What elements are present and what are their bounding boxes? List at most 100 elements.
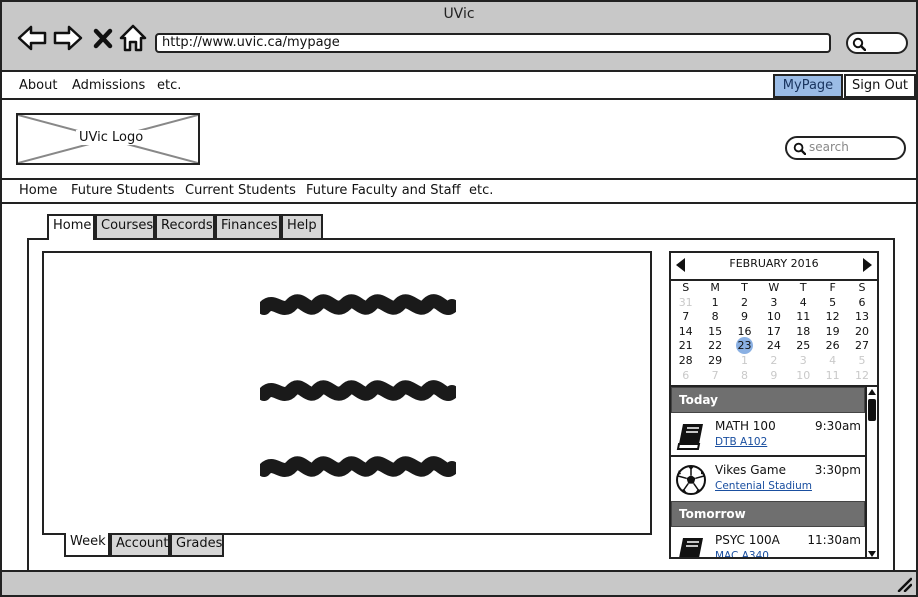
calendar-day[interactable]: 9 bbox=[759, 369, 788, 384]
calendar-day[interactable]: 22 bbox=[700, 339, 729, 354]
tab-week[interactable]: Week bbox=[64, 533, 110, 557]
calendar-day[interactable]: 31 bbox=[671, 296, 700, 311]
logo-label: UVic Logo bbox=[76, 130, 147, 145]
nav-current-students[interactable]: Current Students bbox=[185, 183, 296, 198]
calendar-grid: S M T W T F S 31 1 2 3 4 5 6 7 8 9 10 11… bbox=[671, 279, 877, 383]
calendar-day[interactable]: 8 bbox=[700, 310, 729, 325]
calendar-day[interactable]: 12 bbox=[847, 369, 876, 384]
calendar-header: FEBRUARY 2016 bbox=[671, 253, 877, 277]
calendar-day[interactable]: 5 bbox=[818, 296, 847, 311]
nav-future-faculty-staff[interactable]: Future Faculty and Staff bbox=[306, 183, 461, 198]
calendar-widget: FEBRUARY 2016 S M T W T F S 31 1 2 3 4 5… bbox=[669, 251, 879, 559]
calendar-day[interactable]: 7 bbox=[700, 369, 729, 384]
event-item[interactable]: PSYC 100A 11:30am MAC A340 bbox=[671, 527, 865, 557]
weekday-label: T bbox=[741, 281, 748, 294]
calendar-day[interactable]: 6 bbox=[847, 296, 876, 311]
calendar-day[interactable]: 1 bbox=[700, 296, 729, 311]
calendar-day[interactable]: 4 bbox=[789, 296, 818, 311]
calendar-day[interactable]: 8 bbox=[730, 369, 759, 384]
tab-courses[interactable]: Courses bbox=[95, 214, 155, 238]
events-today-header: Today bbox=[671, 387, 865, 413]
nav-home[interactable]: Home bbox=[19, 183, 57, 198]
tab-help[interactable]: Help bbox=[281, 214, 323, 238]
tab-finances[interactable]: Finances bbox=[215, 214, 281, 238]
weekday-label: W bbox=[768, 281, 780, 294]
calendar-day[interactable]: 2 bbox=[759, 354, 788, 369]
weekday-label: M bbox=[710, 281, 720, 294]
event-item[interactable]: Vikes Game 3:30pm Centenial Stadium bbox=[671, 457, 865, 501]
top-menu-about[interactable]: About bbox=[19, 78, 57, 93]
calendar-day[interactable]: 3 bbox=[759, 296, 788, 311]
scroll-up-icon[interactable] bbox=[868, 389, 876, 395]
weekday-label: S bbox=[682, 281, 690, 294]
calendar-day[interactable]: 20 bbox=[847, 325, 876, 340]
home-button[interactable] bbox=[117, 22, 149, 54]
resize-grip-icon[interactable] bbox=[896, 576, 912, 592]
calendar-day[interactable]: 29 bbox=[700, 354, 729, 369]
calendar-day[interactable]: 21 bbox=[671, 339, 700, 354]
calendar-day[interactable]: 14 bbox=[671, 325, 700, 340]
site-search-field[interactable]: search bbox=[785, 136, 906, 160]
weekday-label: T bbox=[799, 281, 807, 294]
event-item[interactable]: MATH 100 9:30am DTB A102 bbox=[671, 413, 865, 457]
calendar-day[interactable]: 2 bbox=[730, 296, 759, 311]
calendar-day[interactable]: 6 bbox=[671, 369, 700, 384]
tab-account[interactable]: Account bbox=[110, 535, 170, 557]
calendar-day[interactable]: 17 bbox=[759, 325, 788, 340]
back-button[interactable] bbox=[16, 22, 48, 54]
calendar-day[interactable]: 5 bbox=[847, 354, 876, 369]
stop-button[interactable] bbox=[89, 22, 117, 54]
event-title: PSYC 100A bbox=[715, 533, 780, 547]
event-time: 9:30am bbox=[815, 419, 861, 433]
calendar-month: FEBRUARY 2016 bbox=[729, 257, 819, 270]
calendar-weekday-row: S M T W T F S bbox=[671, 281, 877, 296]
calendar-day[interactable]: 9 bbox=[730, 310, 759, 325]
mypage-button[interactable]: MyPage bbox=[773, 74, 843, 98]
url-bar[interactable]: http://www.uvic.ca/mypage bbox=[155, 33, 831, 53]
event-location-link[interactable]: MAC A340 bbox=[715, 550, 769, 557]
logo-placeholder[interactable]: UVic Logo bbox=[16, 113, 200, 165]
top-menu-admissions[interactable]: Admissions bbox=[72, 78, 145, 93]
soccer-ball-icon bbox=[676, 465, 706, 495]
event-title: Vikes Game bbox=[715, 463, 786, 477]
nav-future-students[interactable]: Future Students bbox=[71, 183, 174, 198]
calendar-day[interactable]: 24 bbox=[759, 339, 788, 354]
calendar-day[interactable]: 13 bbox=[847, 310, 876, 325]
calendar-day[interactable]: 4 bbox=[818, 354, 847, 369]
prev-month-icon[interactable] bbox=[676, 258, 685, 272]
calendar-day[interactable]: 1 bbox=[730, 354, 759, 369]
tab-records[interactable]: Records bbox=[155, 214, 215, 238]
calendar-day[interactable]: 10 bbox=[789, 369, 818, 384]
sign-out-button[interactable]: Sign Out bbox=[844, 74, 916, 98]
calendar-day[interactable]: 7 bbox=[671, 310, 700, 325]
events-scrollbar[interactable] bbox=[865, 387, 877, 557]
calendar-day[interactable]: 26 bbox=[818, 339, 847, 354]
calendar-day[interactable]: 25 bbox=[789, 339, 818, 354]
scroll-down-icon[interactable] bbox=[868, 551, 876, 557]
calendar-day[interactable]: 11 bbox=[789, 310, 818, 325]
calendar-day[interactable]: 11 bbox=[818, 369, 847, 384]
calendar-day[interactable]: 10 bbox=[759, 310, 788, 325]
event-location-link[interactable]: Centenial Stadium bbox=[715, 480, 812, 492]
nav-etc[interactable]: etc. bbox=[469, 183, 493, 198]
calendar-day[interactable]: 3 bbox=[789, 354, 818, 369]
browser-search-field[interactable] bbox=[846, 32, 908, 54]
text-scribble bbox=[260, 456, 456, 477]
calendar-day[interactable]: 18 bbox=[789, 325, 818, 340]
calendar-day[interactable]: 28 bbox=[671, 354, 700, 369]
calendar-day[interactable]: 27 bbox=[847, 339, 876, 354]
tab-grades[interactable]: Grades bbox=[170, 535, 224, 557]
scroll-thumb[interactable] bbox=[868, 399, 876, 421]
forward-button[interactable] bbox=[52, 22, 84, 54]
calendar-day[interactable]: 15 bbox=[700, 325, 729, 340]
search-icon bbox=[793, 142, 806, 155]
next-month-icon[interactable] bbox=[863, 258, 872, 272]
window-title: UVic bbox=[443, 6, 475, 22]
top-menu-etc[interactable]: etc. bbox=[157, 78, 181, 93]
calendar-day[interactable]: 12 bbox=[818, 310, 847, 325]
calendar-day-selected[interactable]: 23 bbox=[730, 337, 759, 355]
event-location-link[interactable]: DTB A102 bbox=[715, 436, 767, 448]
calendar-week: 14 15 16 17 18 19 20 bbox=[671, 325, 877, 340]
tab-home[interactable]: Home bbox=[47, 214, 95, 240]
calendar-day[interactable]: 19 bbox=[818, 325, 847, 340]
